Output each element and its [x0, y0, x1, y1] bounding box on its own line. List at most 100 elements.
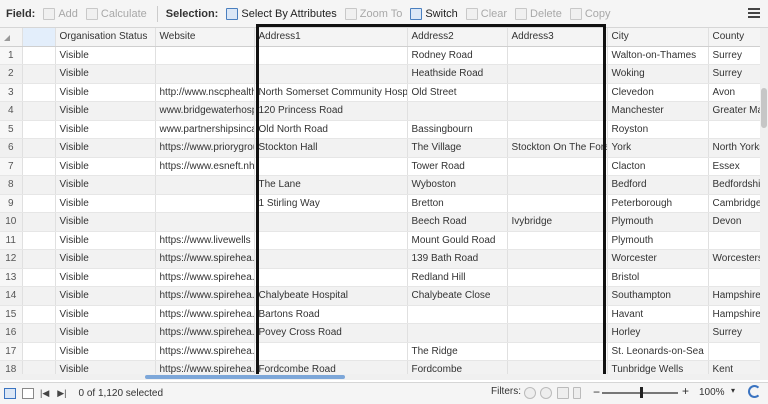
cell-county[interactable]: Devon: [708, 212, 767, 232]
table-row[interactable]: 2 Visible Heathside Road Woking Surrey: [0, 64, 767, 84]
horizontal-scroll-thumb[interactable]: [145, 375, 345, 379]
table-row[interactable]: 7 Visible https://www.esneft.nhs Tower Road…: [0, 157, 767, 176]
cell-address2[interactable]: [407, 305, 508, 324]
cell-city[interactable]: Woking: [607, 64, 709, 84]
cell-address3[interactable]: [507, 249, 608, 269]
cell-organisation-status[interactable]: Visible: [55, 268, 156, 287]
calculate-field-button[interactable]: Calculate: [85, 7, 147, 20]
cell-county[interactable]: Cambridge: [708, 194, 767, 213]
row-selector[interactable]: [22, 231, 56, 250]
cell-organisation-status[interactable]: Visible: [55, 286, 156, 306]
cell-county[interactable]: Essex: [708, 157, 767, 176]
cell-address3[interactable]: [507, 323, 608, 343]
column-header-address1[interactable]: Address1: [254, 28, 408, 47]
cell-address3[interactable]: [507, 342, 608, 361]
cell-address2[interactable]: Old Street: [407, 83, 508, 102]
cell-city[interactable]: Havant: [607, 305, 709, 324]
show-selected-records-icon[interactable]: [22, 388, 34, 399]
row-number[interactable]: 13: [0, 268, 23, 287]
horizontal-scrollbar[interactable]: [0, 374, 768, 380]
cell-organisation-status[interactable]: Visible: [55, 305, 156, 324]
cell-address3[interactable]: [507, 83, 608, 102]
cell-county[interactable]: Greater Ma: [708, 101, 767, 121]
delete-button[interactable]: Delete: [515, 7, 562, 20]
column-header-address2[interactable]: Address2: [407, 28, 508, 47]
cell-organisation-status[interactable]: Visible: [55, 101, 156, 121]
cell-address2[interactable]: Bretton: [407, 194, 508, 213]
column-header-website[interactable]: Website: [155, 28, 255, 47]
cell-county[interactable]: Hampshire: [708, 286, 767, 306]
cell-county[interactable]: Avon: [708, 83, 767, 102]
table-row[interactable]: 6 Visible https://www.priorygrou Stockton H…: [0, 138, 767, 158]
row-selector[interactable]: [22, 64, 56, 84]
cell-organisation-status[interactable]: Visible: [55, 249, 156, 269]
sort-icon[interactable]: [573, 387, 581, 399]
cell-address2[interactable]: Tower Road: [407, 157, 508, 176]
cell-address1[interactable]: North Somerset Community Hospital: [254, 83, 408, 102]
row-number[interactable]: 8: [0, 175, 23, 195]
cell-city[interactable]: Worcester: [607, 249, 709, 269]
cell-website[interactable]: https://www.spirehea...: [155, 249, 255, 269]
cell-city[interactable]: Manchester: [607, 101, 709, 121]
cell-address1[interactable]: [254, 268, 408, 287]
table-row[interactable]: 14 Visible https://www.spirehea... Chalybea…: [0, 286, 767, 306]
cell-county[interactable]: Worcestersl: [708, 249, 767, 269]
cell-address3[interactable]: [507, 231, 608, 250]
cell-address2[interactable]: Mount Gould Road: [407, 231, 508, 250]
column-header-address3[interactable]: Address3: [507, 28, 608, 47]
row-selector[interactable]: [22, 101, 56, 121]
cell-organisation-status[interactable]: Visible: [55, 212, 156, 232]
cell-website[interactable]: https://www.spirehea...: [155, 286, 255, 306]
cell-address1[interactable]: 120 Princess Road: [254, 101, 408, 121]
table-row[interactable]: 16 Visible https://www.spirehea... Povey Cr…: [0, 323, 767, 343]
cell-city[interactable]: York: [607, 138, 709, 158]
cell-address1[interactable]: [254, 249, 408, 269]
cell-county[interactable]: [708, 231, 767, 250]
cell-address3[interactable]: [507, 175, 608, 195]
column-header-city[interactable]: City: [607, 28, 709, 47]
row-number[interactable]: 3: [0, 83, 23, 102]
table-row[interactable]: 3 Visible http://www.nscphealth North Somer…: [0, 83, 767, 102]
cell-website[interactable]: https://www.spirehea...: [155, 305, 255, 324]
cell-website[interactable]: https://www.priorygrou: [155, 138, 255, 158]
row-selector[interactable]: [22, 286, 56, 306]
cell-address3[interactable]: [507, 305, 608, 324]
cell-county[interactable]: Surrey: [708, 64, 767, 84]
vertical-scroll-thumb[interactable]: [761, 88, 767, 128]
cell-address3[interactable]: [507, 64, 608, 84]
cell-website[interactable]: [155, 46, 255, 65]
cell-city[interactable]: Plymouth: [607, 231, 709, 250]
cell-organisation-status[interactable]: Visible: [55, 157, 156, 176]
cell-address2[interactable]: [407, 101, 508, 121]
cell-organisation-status[interactable]: Visible: [55, 83, 156, 102]
cell-website[interactable]: www.partnershipsincar: [155, 120, 255, 139]
row-number[interactable]: 17: [0, 342, 23, 361]
cell-address1[interactable]: [254, 342, 408, 361]
cell-city[interactable]: St. Leonards-on-Sea: [607, 342, 709, 361]
table-row[interactable]: 1 Visible Rodney Road Walton-on-Thames Surre…: [0, 46, 767, 65]
row-number[interactable]: 7: [0, 157, 23, 176]
cell-address2[interactable]: Redland Hill: [407, 268, 508, 287]
copy-button[interactable]: Copy: [569, 7, 611, 20]
table-row[interactable]: 4 Visible www.bridgewaterhospi 120 Princess…: [0, 101, 767, 121]
cell-address3[interactable]: [507, 194, 608, 213]
row-number[interactable]: 9: [0, 194, 23, 213]
cell-city[interactable]: Clevedon: [607, 83, 709, 102]
row-number[interactable]: 10: [0, 212, 23, 232]
cell-organisation-status[interactable]: Visible: [55, 342, 156, 361]
table-row[interactable]: 12 Visible https://www.spirehea... 139 Bath…: [0, 249, 767, 269]
cell-address1[interactable]: [254, 212, 408, 232]
cell-organisation-status[interactable]: Visible: [55, 120, 156, 139]
table-row[interactable]: 11 Visible https://www.livewells Mount Goul…: [0, 231, 767, 250]
cell-website[interactable]: https://www.spirehea...: [155, 268, 255, 287]
row-number[interactable]: 12: [0, 249, 23, 269]
cell-organisation-status[interactable]: Visible: [55, 64, 156, 84]
selection-column-header[interactable]: [22, 28, 56, 47]
cell-organisation-status[interactable]: Visible: [55, 175, 156, 195]
cell-address3[interactable]: [507, 46, 608, 65]
column-header-organisation-status[interactable]: Organisation Status: [55, 28, 156, 47]
cell-city[interactable]: Peterborough: [607, 194, 709, 213]
select-by-attributes-button[interactable]: Select By Attributes: [226, 7, 337, 20]
cell-county[interactable]: [708, 268, 767, 287]
table-row[interactable]: 15 Visible https://www.spirehea... Bartons …: [0, 305, 767, 324]
